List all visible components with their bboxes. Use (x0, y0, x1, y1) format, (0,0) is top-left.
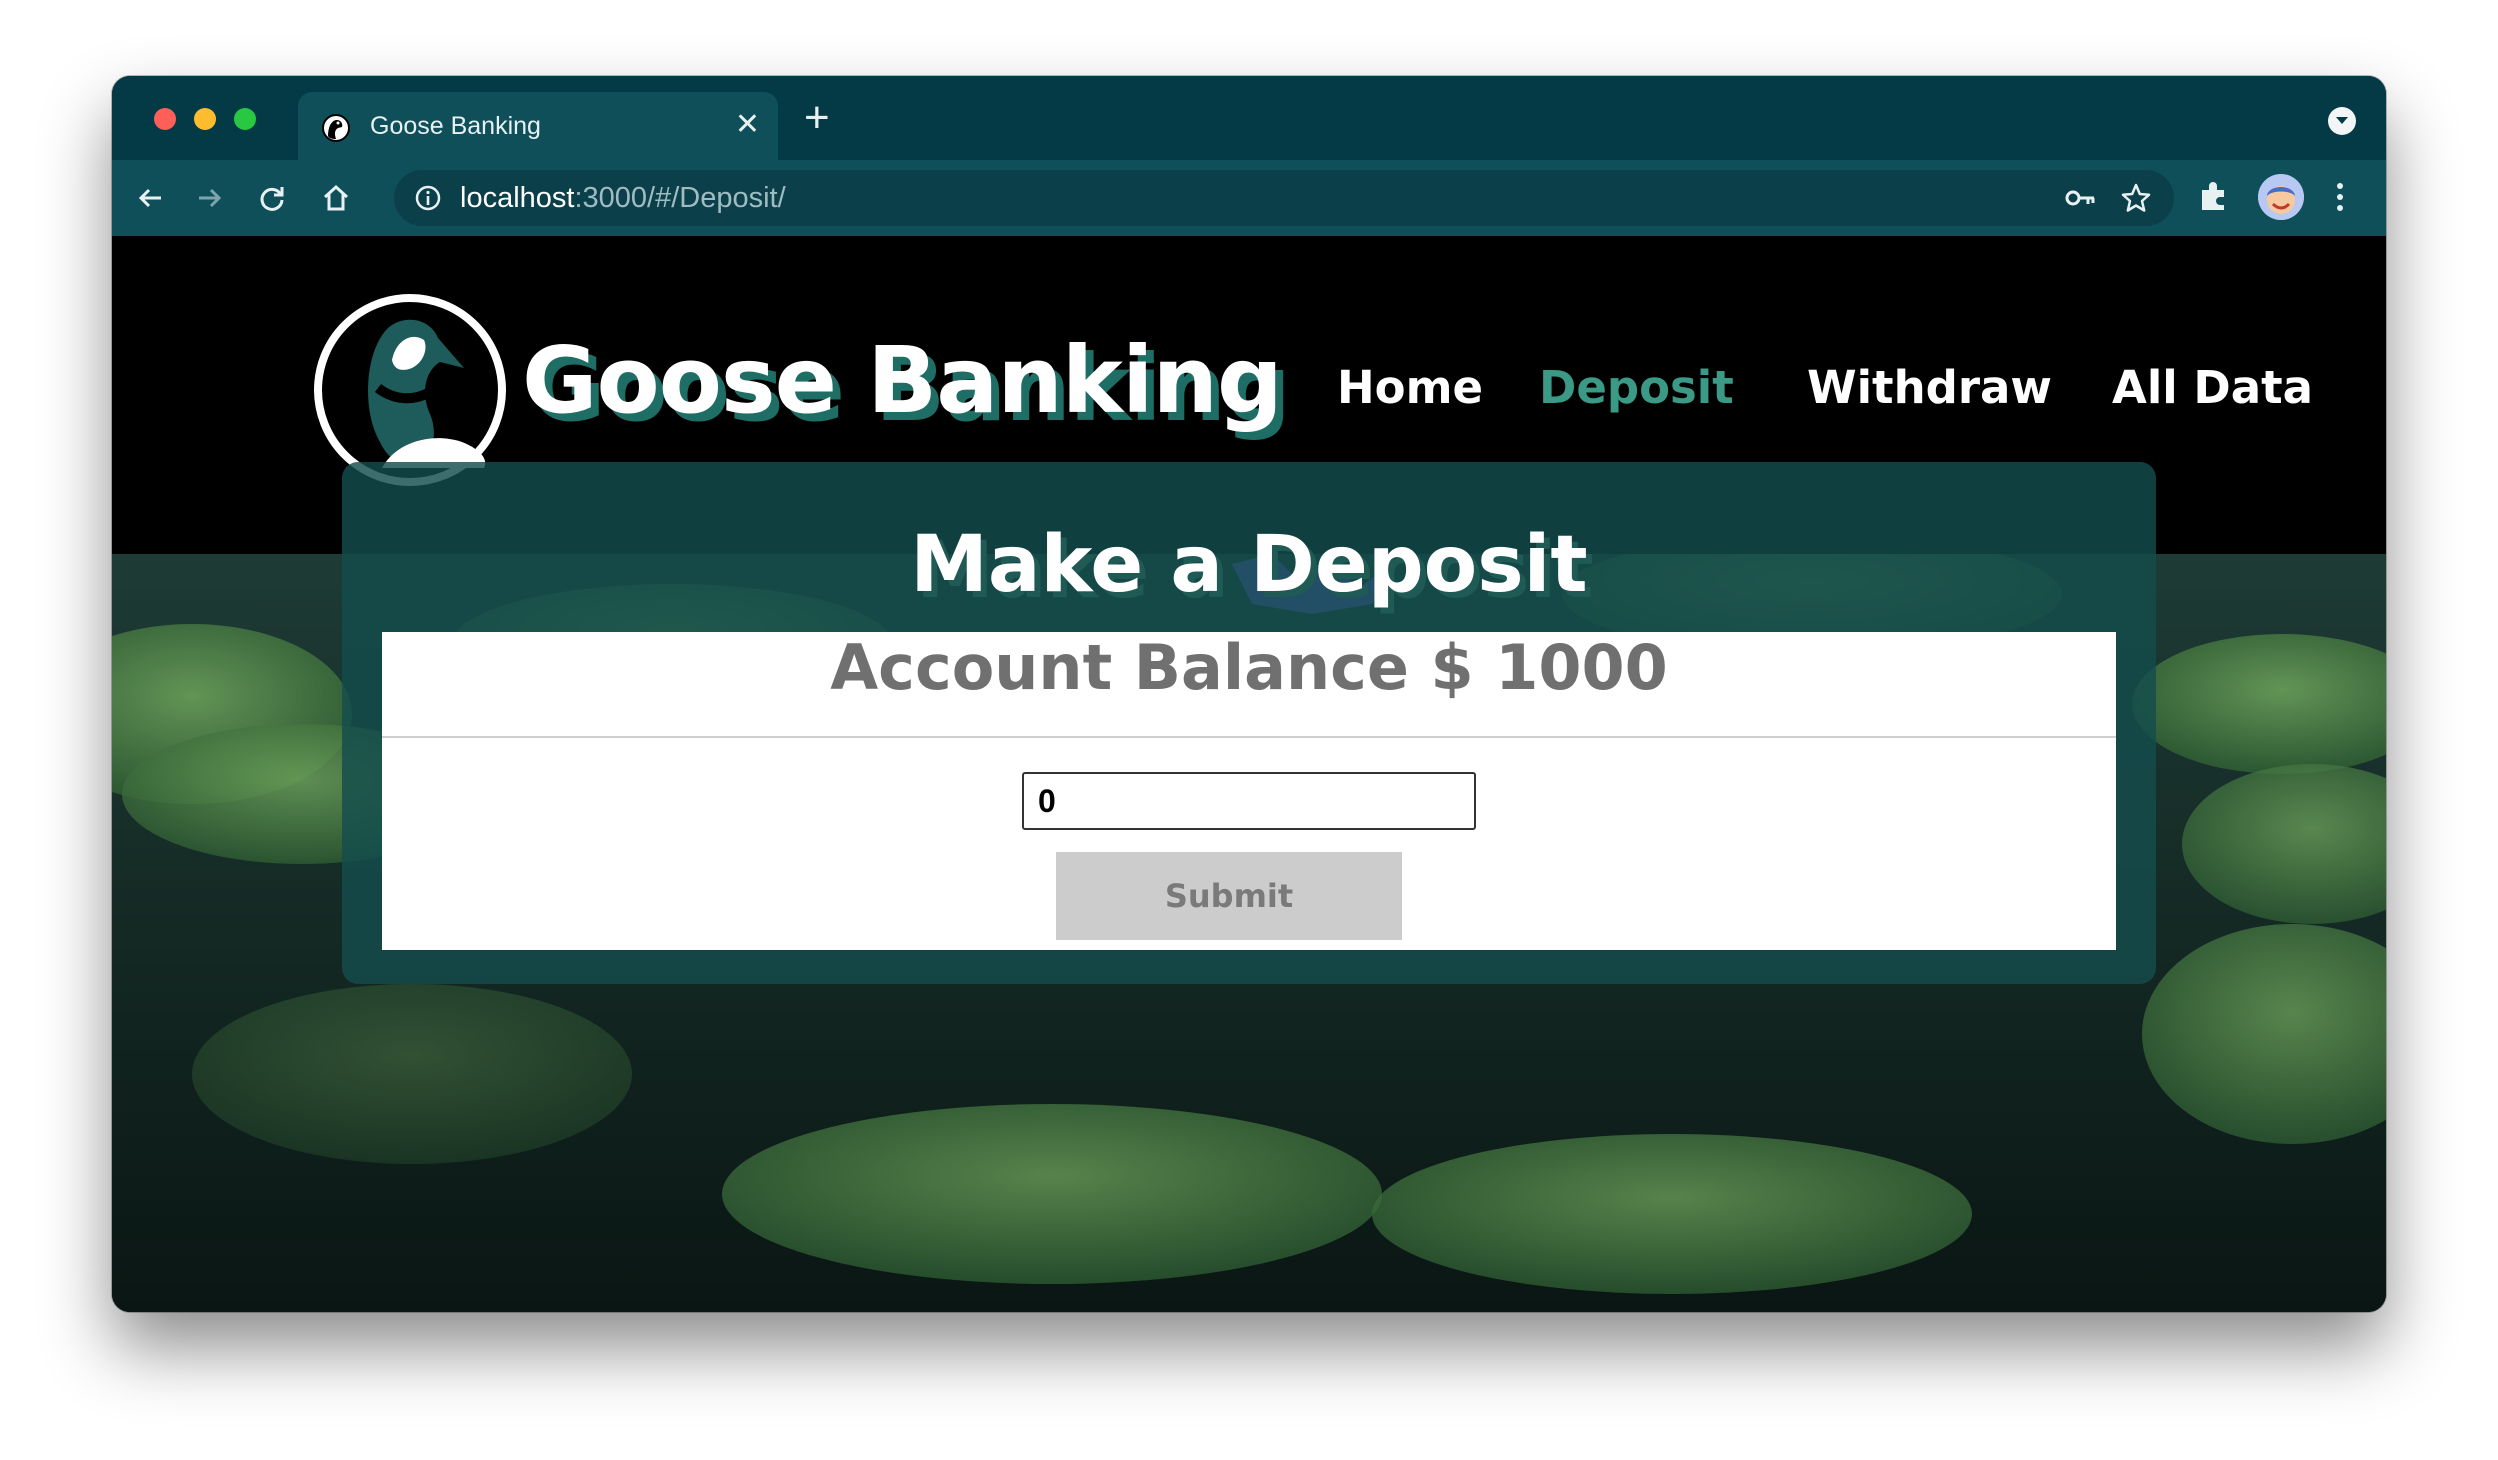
browser-toolbar: localhost:3000/#/Deposit/ (112, 160, 2386, 238)
nav-all-data-link[interactable]: All Data (2112, 358, 2313, 418)
url-text: localhost:3000/#/Deposit/ (460, 180, 786, 216)
avatar[interactable] (2258, 174, 2304, 220)
new-tab-button[interactable]: + (804, 96, 830, 140)
tab-close-icon[interactable]: ✕ (735, 108, 760, 142)
deposit-amount-input[interactable] (1022, 772, 1476, 830)
home-icon (323, 184, 349, 211)
deposit-card: Make a Deposit Account Balance $ 1000 Su… (342, 462, 2156, 984)
nav-home-link[interactable]: Home (1337, 358, 1483, 418)
card-body: Account Balance $ 1000 Submit (382, 632, 2116, 950)
back-button[interactable] (128, 176, 172, 220)
forward-arrow-icon (199, 188, 222, 208)
browser-tab[interactable]: Goose Banking ✕ (298, 92, 778, 160)
reload-icon (260, 187, 284, 211)
browser-window: Goose Banking ✕ + localhost:3000/#/Depos… (112, 76, 2386, 1312)
reload-button[interactable] (250, 176, 294, 220)
minimize-window-button[interactable] (194, 108, 216, 130)
close-window-button[interactable] (154, 108, 176, 130)
goose-logo-icon[interactable] (312, 292, 508, 488)
puzzle-icon[interactable] (2196, 178, 2232, 214)
goose-favicon-icon (322, 114, 350, 142)
home-button[interactable] (314, 176, 358, 220)
brand-title[interactable]: Goose Banking (522, 326, 1283, 436)
card-title: Make a Deposit (910, 520, 1588, 610)
nav-withdraw-link[interactable]: Withdraw (1807, 358, 2052, 418)
submit-button[interactable]: Submit (1056, 852, 1402, 940)
chevron-down-icon (2336, 117, 2348, 124)
back-arrow-icon (138, 188, 161, 208)
kebab-menu-icon[interactable] (2334, 178, 2346, 216)
tab-search-button[interactable] (2328, 107, 2356, 135)
forward-button[interactable] (188, 176, 232, 220)
info-icon[interactable] (414, 184, 442, 212)
url-path: :3000/#/Deposit/ (574, 182, 786, 214)
account-balance: Account Balance $ 1000 (382, 632, 2116, 738)
key-icon[interactable] (2064, 183, 2096, 213)
address-bar[interactable]: localhost:3000/#/Deposit/ (394, 170, 2174, 226)
tab-strip: Goose Banking ✕ + (112, 76, 2386, 160)
tab-title: Goose Banking (370, 112, 541, 140)
nav-deposit-link[interactable]: Deposit (1539, 358, 1734, 418)
url-host: localhost (460, 182, 575, 214)
maximize-window-button[interactable] (234, 108, 256, 130)
star-icon[interactable] (2120, 182, 2152, 214)
